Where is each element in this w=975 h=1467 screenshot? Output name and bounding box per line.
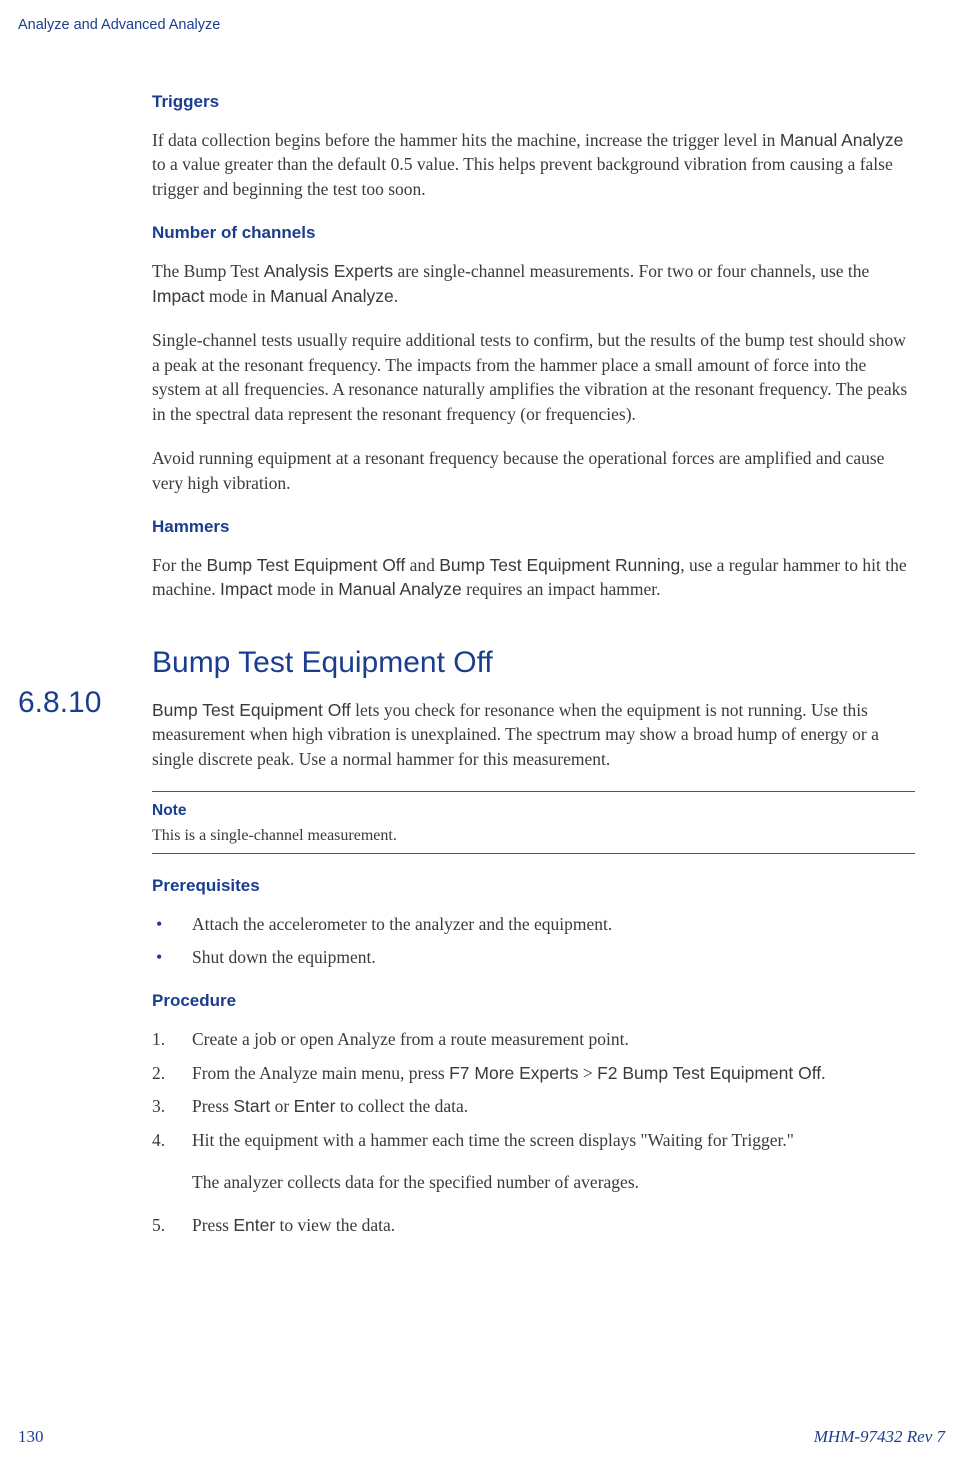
list-item: Press Enter to view the data. xyxy=(152,1213,915,1238)
term-manual-analyze-2: Manual Analyze xyxy=(270,286,394,306)
channels-text-a: The Bump Test xyxy=(152,261,264,281)
term-bump-off: Bump Test Equipment Off xyxy=(206,555,405,575)
hammers-text-e: requires an impact hammer. xyxy=(462,579,661,599)
note-label: Note xyxy=(152,800,915,822)
list-item: From the Analyze main menu, press F7 Mor… xyxy=(152,1061,915,1086)
section-intro: Bump Test Equipment Off lets you check f… xyxy=(152,698,915,772)
step4-subtext: The analyzer collects data for the speci… xyxy=(192,1170,915,1195)
channels-paragraph-1: The Bump Test Analysis Experts are singl… xyxy=(152,259,915,308)
term-analysis-experts: Analysis Experts xyxy=(264,261,393,281)
triggers-text-a: If data collection begins before the ham… xyxy=(152,130,780,150)
step2-c: . xyxy=(821,1063,825,1083)
term-f2: F2 Bump Test Equipment Off xyxy=(597,1063,821,1083)
page-number: 130 xyxy=(18,1425,44,1449)
hammers-heading: Hammers xyxy=(152,515,915,539)
hammers-paragraph: For the Bump Test Equipment Off and Bump… xyxy=(152,553,915,602)
list-item: Shut down the equipment. xyxy=(152,945,915,970)
term-manual-analyze: Manual Analyze xyxy=(780,130,904,150)
list-item: Attach the accelerometer to the analyzer… xyxy=(152,912,915,937)
hammers-text-b: and xyxy=(405,555,439,575)
running-header: Analyze and Advanced Analyze xyxy=(18,15,220,35)
hammers-text-a: For the xyxy=(152,555,206,575)
section-number: 6.8.10 xyxy=(18,682,101,724)
channels-text-b: are single-channel measurements. For two… xyxy=(393,261,869,281)
channels-text-d: . xyxy=(394,286,398,306)
procedure-heading: Procedure xyxy=(152,989,915,1013)
page-footer: 130 MHM-97432 Rev 7 xyxy=(18,1425,945,1449)
term-enter: Enter xyxy=(294,1096,336,1116)
step3-b: or xyxy=(270,1096,293,1116)
term-f7: F7 More Experts xyxy=(449,1063,578,1083)
channels-paragraph-3: Avoid running equipment at a resonant fr… xyxy=(152,446,915,495)
triggers-heading: Triggers xyxy=(152,90,915,114)
term-manual-analyze-3: Manual Analyze xyxy=(338,579,462,599)
channels-text-c: mode in xyxy=(205,286,271,306)
term-bump-off-intro: Bump Test Equipment Off xyxy=(152,700,351,720)
list-item: Press Start or Enter to collect the data… xyxy=(152,1094,915,1119)
triggers-text-b: to a value greater than the default 0.5 … xyxy=(152,154,893,199)
page-content: Triggers If data collection begins befor… xyxy=(152,80,915,1246)
step3-c: to collect the data. xyxy=(335,1096,468,1116)
channels-heading: Number of channels xyxy=(152,221,915,245)
procedure-list: Create a job or open Analyze from a rout… xyxy=(152,1027,915,1237)
term-impact-2: Impact xyxy=(220,579,273,599)
note-text: This is a single-channel measurement. xyxy=(152,825,915,847)
step2-a: From the Analyze main menu, press xyxy=(192,1063,449,1083)
term-enter-2: Enter xyxy=(233,1215,275,1235)
step5-a: Press xyxy=(192,1215,233,1235)
doc-id: MHM-97432 Rev 7 xyxy=(814,1425,945,1449)
section-title: Bump Test Equipment Off xyxy=(152,642,915,684)
step3-a: Press xyxy=(192,1096,233,1116)
triggers-paragraph: If data collection begins before the ham… xyxy=(152,128,915,202)
step4-text: Hit the equipment with a hammer each tim… xyxy=(192,1130,794,1150)
prerequisites-heading: Prerequisites xyxy=(152,874,915,898)
step5-b: to view the data. xyxy=(275,1215,395,1235)
note-block: Note This is a single-channel measuremen… xyxy=(152,791,915,854)
channels-paragraph-2: Single-channel tests usually require add… xyxy=(152,328,915,426)
term-bump-running: Bump Test Equipment Running xyxy=(439,555,680,575)
hammers-text-d: mode in xyxy=(273,579,339,599)
prerequisites-list: Attach the accelerometer to the analyzer… xyxy=(152,912,915,969)
term-start: Start xyxy=(233,1096,270,1116)
list-item: Create a job or open Analyze from a rout… xyxy=(152,1027,915,1052)
step2-b: > xyxy=(578,1063,597,1083)
term-impact: Impact xyxy=(152,286,205,306)
list-item: Hit the equipment with a hammer each tim… xyxy=(152,1128,915,1195)
